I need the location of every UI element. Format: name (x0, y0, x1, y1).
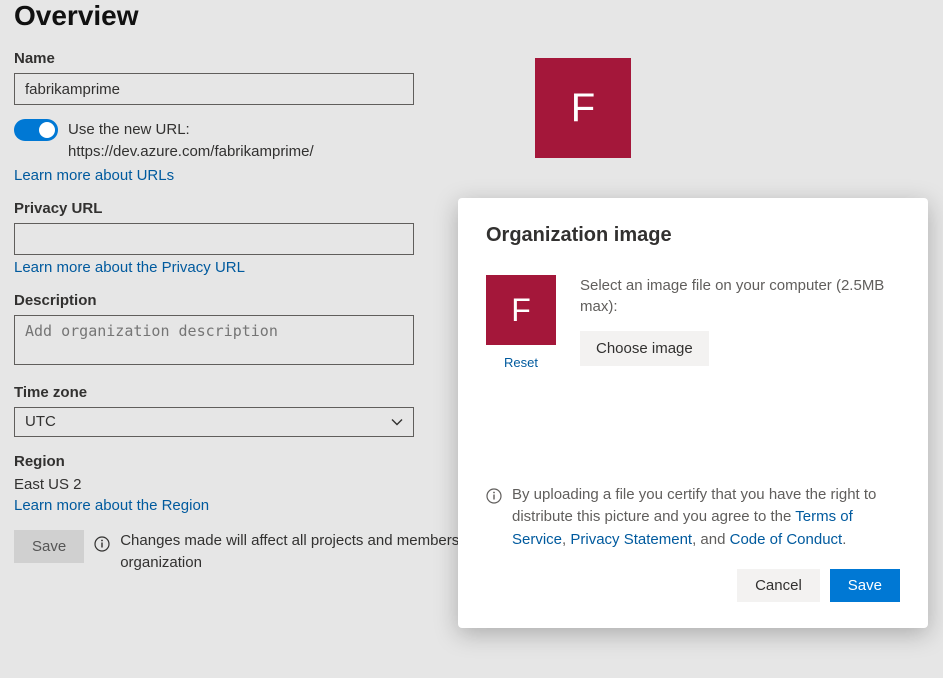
organization-avatar[interactable]: F (535, 58, 631, 158)
reset-link[interactable]: Reset (504, 355, 538, 370)
avatar-letter: F (571, 86, 595, 131)
save-button[interactable]: Save (14, 530, 84, 563)
url-toggle-label: Use the new URL: https://dev.azure.com/f… (68, 119, 434, 163)
info-icon (94, 536, 110, 552)
dialog-avatar-preview: F (486, 275, 556, 345)
chevron-down-icon (391, 416, 403, 428)
upload-disclaimer: By uploading a file you certify that you… (512, 484, 900, 552)
name-label: Name (14, 50, 929, 67)
cancel-button[interactable]: Cancel (737, 569, 820, 602)
organization-image-dialog: Organization image F Reset Select an ima… (458, 198, 928, 628)
dialog-title: Organization image (486, 224, 900, 247)
code-of-conduct-link[interactable]: Code of Conduct (730, 531, 843, 548)
privacy-url-input[interactable] (14, 223, 414, 255)
name-input[interactable] (14, 73, 414, 105)
learn-region-link[interactable]: Learn more about the Region (14, 497, 209, 514)
dialog-avatar-letter: F (511, 292, 531, 329)
learn-urls-link[interactable]: Learn more about URLs (14, 167, 174, 184)
learn-privacy-link[interactable]: Learn more about the Privacy URL (14, 259, 245, 276)
timezone-select[interactable]: UTC (14, 407, 414, 437)
select-image-text: Select an image file on your computer (2… (580, 275, 900, 317)
privacy-statement-link[interactable]: Privacy Statement (570, 531, 692, 548)
dialog-save-button[interactable]: Save (830, 569, 900, 602)
url-toggle[interactable] (14, 119, 58, 141)
choose-image-button[interactable]: Choose image (580, 331, 709, 366)
description-textarea[interactable] (14, 315, 414, 365)
info-icon (486, 488, 502, 504)
page-title: Overview (14, 0, 929, 32)
timezone-value: UTC (25, 413, 56, 430)
